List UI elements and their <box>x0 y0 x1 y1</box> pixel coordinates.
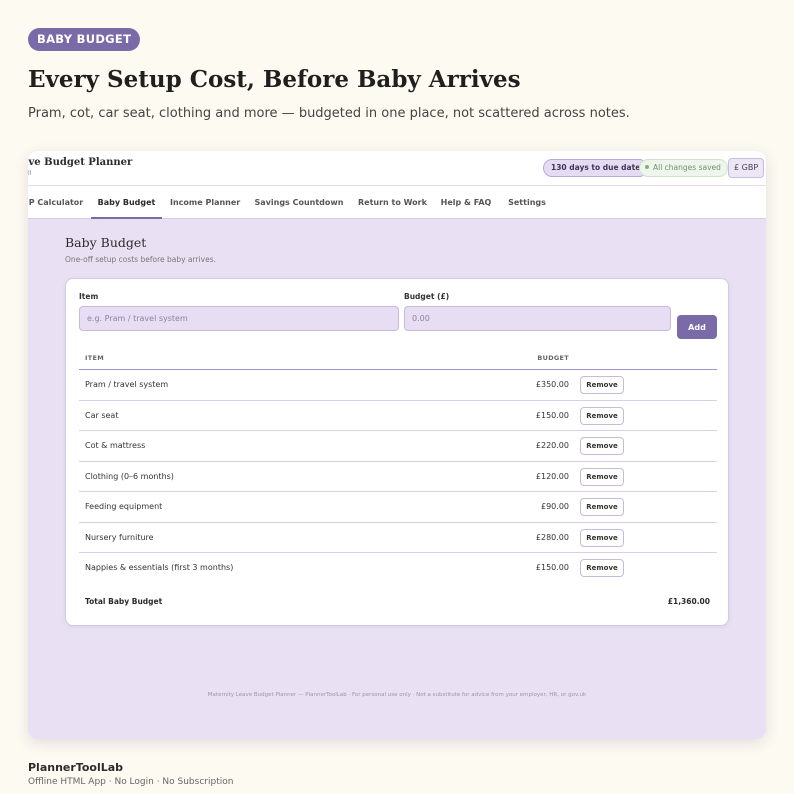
remove-button[interactable]: Remove <box>580 467 624 486</box>
row-budget-amount: £90.00 <box>541 502 569 511</box>
app-title: ave Budget Planner <box>28 157 133 168</box>
remove-button[interactable]: Remove <box>580 437 624 455</box>
column-header-item: ITEM <box>85 354 104 362</box>
remove-button[interactable]: Remove <box>580 406 624 425</box>
budget-table-body: Pram / travel system £350.00 Remove Car sea… <box>79 370 717 584</box>
section-subtitle: One-off setup costs before baby arrives. <box>65 255 216 264</box>
tab-income-planner[interactable]: Income Planner <box>170 186 240 219</box>
tab-help-faq[interactable]: Help & FAQ <box>440 186 492 219</box>
category-badge: BABY BUDGET <box>28 28 141 51</box>
tab-bar: P Calculator Baby Budget Income Planner … <box>28 186 766 219</box>
section-title: Baby Budget <box>65 235 147 250</box>
saved-status-label: All changes saved <box>653 163 721 172</box>
row-item-name: Feeding equipment <box>85 502 163 511</box>
table-row: Pram / travel system £350.00 Remove <box>79 370 717 401</box>
tab-calculator[interactable]: P Calculator <box>28 186 84 219</box>
row-item-name: Nappies & essentials (first 3 months) <box>85 563 234 572</box>
table-row: Nappies & essentials (first 3 months) £15… <box>79 553 717 584</box>
hero-subtitle: Pram, cot, car seat, clothing and more —… <box>28 106 630 121</box>
budget-card: Item Budget (£) Add ITEM BUDGET Pram / t… <box>65 278 729 626</box>
budget-input[interactable] <box>404 306 671 331</box>
remove-button[interactable]: Remove <box>580 498 624 516</box>
row-budget-amount: £150.00 <box>535 563 569 572</box>
row-item-name: Cot & mattress <box>85 441 146 450</box>
column-header-budget: BUDGET <box>537 354 569 362</box>
tab-settings[interactable]: Settings <box>506 186 548 219</box>
app-header: ave Budget Planner ll 130 days to due da… <box>28 151 766 186</box>
row-budget-amount: £220.00 <box>535 441 569 450</box>
hero-title: Every Setup Cost, Before Baby Arrives <box>28 66 521 93</box>
table-row: Feeding equipment £90.00 Remove <box>79 492 717 523</box>
tab-return-to-work[interactable]: Return to Work <box>358 186 427 219</box>
brand-tagline: Offline HTML App · No Login · No Subscri… <box>28 777 234 787</box>
row-item-name: Nursery furniture <box>85 532 154 542</box>
table-row: Clothing (0–6 months) £120.00 Remove <box>79 462 717 492</box>
row-item-name: Pram / travel system <box>85 380 169 389</box>
saved-status-pill: All changes saved <box>639 159 728 177</box>
brand-name: PlannerToolLab <box>28 761 124 774</box>
status-dot-icon <box>645 165 649 169</box>
remove-button[interactable]: Remove <box>580 528 624 547</box>
app-window: ave Budget Planner ll 130 days to due da… <box>28 151 766 739</box>
total-label: Total Baby Budget <box>85 597 163 606</box>
table-row: Nursery furniture £280.00 Remove <box>79 523 717 553</box>
remove-button[interactable]: Remove <box>580 376 624 394</box>
app-title-sub: ll <box>28 170 32 177</box>
row-budget-amount: £350.00 <box>535 380 569 389</box>
remove-button[interactable]: Remove <box>580 559 624 577</box>
tab-savings-countdown[interactable]: Savings Countdown <box>254 186 344 219</box>
table-header: ITEM BUDGET <box>79 347 717 370</box>
tab-baby-budget[interactable]: Baby Budget <box>91 186 162 219</box>
currency-selector[interactable]: £ GBP <box>728 158 765 178</box>
item-field-label: Item <box>79 292 99 301</box>
table-row: Cot & mattress £220.00 Remove <box>79 431 717 462</box>
item-input[interactable] <box>79 306 399 331</box>
add-button[interactable]: Add <box>677 315 717 339</box>
table-row: Car seat £150.00 Remove <box>79 401 717 431</box>
row-budget-amount: £150.00 <box>535 410 569 420</box>
app-footer: Maternity Leave Budget Planner — Planner… <box>207 692 587 698</box>
budget-field-label: Budget (£) <box>404 292 450 301</box>
row-budget-amount: £280.00 <box>535 532 569 542</box>
row-item-name: Car seat <box>85 410 119 420</box>
due-date-pill: 130 days to due date <box>543 159 649 177</box>
row-item-name: Clothing (0–6 months) <box>85 471 174 481</box>
row-budget-amount: £120.00 <box>535 471 569 481</box>
total-value: £1,360.00 <box>667 597 710 606</box>
